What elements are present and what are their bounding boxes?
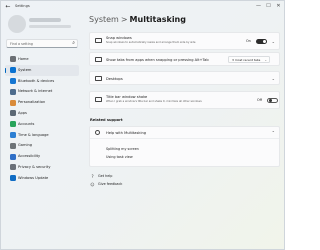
accessibility-icon [10,153,16,160]
sidebar-item-apps[interactable]: Apps [5,108,79,119]
help-card: Help with Multitasking ⌃ Splitting my sc… [89,126,280,167]
show-tabs-card: Show tabs from apps when snapping or pre… [89,52,280,66]
breadcrumb: System > Multitasking [89,15,186,24]
chevron-down-icon[interactable]: ⌄ [272,76,275,81]
title-bar-shake-card: Title bar window shake When I grab a win… [89,91,280,109]
chevron-down-icon[interactable]: ⌄ [272,39,275,44]
sidebar-item-label: System [18,67,32,72]
related-support-heading: Related support [90,118,123,122]
sidebar-item-label: Home [18,57,29,61]
snap-windows-description: Snap windows to automatically resize and… [106,41,196,44]
help-card-header[interactable]: Help with Multitasking ⌃ [90,127,279,139]
desktops-title: Desktops [106,76,123,81]
chevron-down-icon: ⌄ [264,58,267,62]
feedback-icon: ☺ [90,181,95,187]
apps-icon [10,110,16,117]
tabs-dropdown[interactable]: 3 most recent tabs ⌄ [228,56,270,63]
help-title: Help with Multitasking [106,130,147,135]
snap-toggle-state: On [246,39,251,43]
sidebar-item-label: Windows Update [18,175,49,180]
globe-icon [95,130,100,135]
person-icon [10,121,16,128]
sidebar-item-time-language[interactable]: Time & language [5,130,79,141]
window-shake-icon [95,97,102,102]
sync-icon [10,175,16,182]
minimize-button[interactable]: — [254,2,263,11]
selection-indicator [5,67,7,73]
sidebar-item-label: Time & language [18,132,49,137]
give-feedback-label: Give feedback [98,182,123,186]
snap-windows-title: Snap windows [106,36,132,40]
shake-description: When I grab a window's title bar and sha… [106,100,202,103]
monitor-icon [10,67,16,74]
get-help-label: Get help [98,174,113,178]
sidebar-item-system[interactable]: System [5,64,79,76]
breadcrumb-parent[interactable]: System [89,15,119,24]
home-icon [10,56,16,63]
clock-globe-icon [10,131,16,138]
snap-windows-card[interactable]: Snap windows Snap windows to automatical… [89,32,280,50]
sidebar-item-bluetooth[interactable]: Bluetooth & devices [5,76,79,87]
title-bar-shake-toggle[interactable] [267,97,278,103]
sidebar-item-label: Bluetooth & devices [18,78,55,83]
chevron-up-icon[interactable]: ⌃ [272,130,275,135]
desktops-card[interactable]: Desktops ⌄ [89,71,280,85]
sidebar-item-label: Apps [18,110,27,115]
tabs-dropdown-value: 3 most recent tabs [232,58,261,63]
title-bar: ← Settings — ☐ ✕ [1,1,284,13]
sidebar-item-accessibility[interactable]: Accessibility [5,151,79,162]
search-box[interactable]: ⌕ [6,39,78,48]
snap-windows-toggle[interactable] [256,38,267,44]
page-title: Multitasking [129,15,186,24]
sidebar-item-privacy[interactable]: Privacy & security [5,162,79,173]
sidebar-nav: Home System Bluetooth & devices Network … [5,54,79,184]
maximize-button[interactable]: ☐ [264,2,273,11]
show-tabs-title: Show tabs from apps when snapping or pre… [106,57,209,62]
back-arrow-icon[interactable]: ← [4,3,12,11]
help-link-task-view[interactable]: Using task view [106,155,133,159]
search-icon[interactable]: ⌕ [72,40,75,47]
alt-tab-icon [95,57,102,62]
sidebar-item-label: Personalization [18,100,46,105]
close-button[interactable]: ✕ [274,2,283,11]
sidebar-item-personalization[interactable]: Personalization [5,97,79,108]
search-input[interactable] [10,40,68,47]
settings-window: ← Settings — ☐ ✕ ⌕ Home System Bluetooth… [0,0,285,250]
wifi-icon [10,88,16,95]
help-icon: ? [91,173,94,179]
sidebar-item-home[interactable]: Home [5,54,79,65]
sidebar-item-accounts[interactable]: Accounts [5,119,79,130]
profile-name-redacted [29,18,61,22]
sidebar-item-gaming[interactable]: Gaming [5,140,79,151]
breadcrumb-separator: > [120,15,128,24]
brush-icon [10,99,16,106]
sidebar-item-label: Network & internet [18,89,53,94]
shield-icon [10,164,16,171]
sidebar-item-label: Gaming [18,143,33,148]
sidebar-item-windows-update[interactable]: Windows Update [5,173,79,184]
sidebar-item-label: Accounts [18,121,35,126]
snap-layout-icon [95,38,102,43]
shake-toggle-state: Off [257,98,263,102]
avatar[interactable] [8,15,26,33]
app-title: Settings [15,4,30,8]
sidebar-item-label: Accessibility [18,154,41,159]
profile-email-redacted [29,25,71,28]
sidebar-item-label: Privacy & security [18,164,51,169]
controller-icon [10,142,16,149]
desktops-icon [95,76,102,81]
help-link-splitting[interactable]: Splitting my screen [106,147,139,151]
shake-title: Title bar window shake [106,95,148,99]
bluetooth-icon [10,77,16,84]
sidebar-item-network[interactable]: Network & internet [5,86,79,97]
